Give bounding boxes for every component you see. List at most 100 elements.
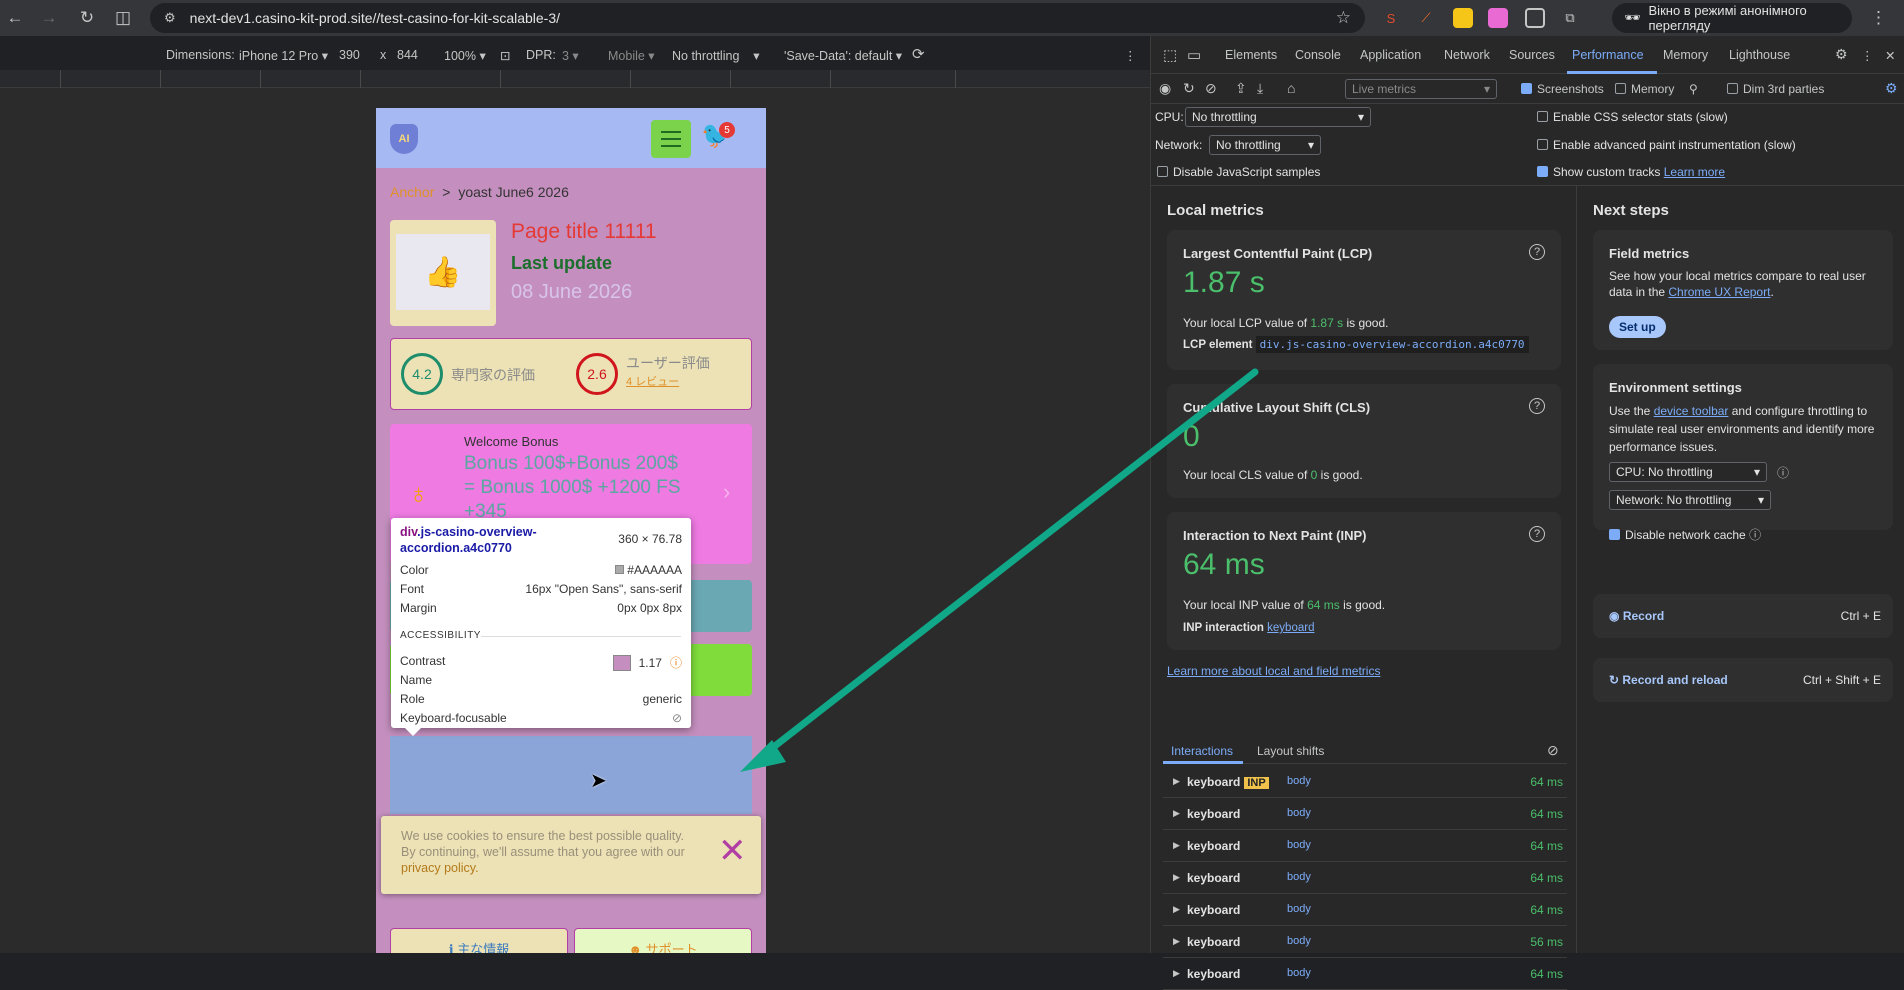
tab-lighthouse[interactable]: Lighthouse <box>1729 48 1790 62</box>
support-button[interactable]: ☻ サポート <box>574 928 752 953</box>
inspect-element-icon[interactable]: ⬚ <box>1163 46 1177 64</box>
device-toolbar-menu-icon[interactable]: ⋮ <box>1124 48 1137 63</box>
extension-icon[interactable]: ⟋ <box>1416 8 1436 28</box>
custom-tracks-checkbox[interactable]: Show custom tracks Learn more <box>1537 165 1725 179</box>
help-icon[interactable]: ? <box>1529 526 1545 542</box>
learn-local-field-link[interactable]: Learn more about local and field metrics <box>1167 664 1380 678</box>
extension-icon[interactable]: S <box>1381 8 1401 28</box>
incognito-indicator[interactable]: 🕶 Вікно в режимі анонімного перегляду <box>1612 3 1852 33</box>
tab-layout-shifts[interactable]: Layout shifts <box>1257 744 1324 758</box>
ratings-box: 4.2 専門家の評価 2.6 ユーザー評価 4 レビュー <box>390 338 752 410</box>
download-icon[interactable]: ⤓ <box>1257 80 1263 97</box>
clear-icon[interactable]: ⊘ <box>1205 80 1217 97</box>
reload-icon[interactable]: ↻ <box>72 3 102 33</box>
reload-record-icon[interactable]: ↻ <box>1183 80 1195 97</box>
close-devtools-icon[interactable]: ✕ <box>1885 48 1895 63</box>
upload-icon[interactable]: ⇪ <box>1235 80 1247 97</box>
tab-sources[interactable]: Sources <box>1509 48 1555 62</box>
site-info-icon[interactable]: ⚙ <box>164 10 176 26</box>
css-selector-stats-checkbox[interactable]: Enable CSS selector stats (slow) <box>1537 110 1728 124</box>
help-icon[interactable]: ? <box>1529 398 1545 414</box>
broom-icon[interactable]: ⚲ <box>1689 82 1698 96</box>
record-button[interactable]: ◉ Record <box>1609 609 1664 623</box>
devtools-menu-icon[interactable]: ⋮ <box>1861 48 1874 63</box>
screenshot-icon[interactable]: ⊡ <box>500 48 510 63</box>
page-title: Page title 11111 <box>511 220 657 243</box>
dim-3rd-checkbox[interactable]: Dim 3rd parties <box>1727 82 1824 96</box>
extensions-puzzle-icon[interactable]: ⧉ <box>1560 8 1580 28</box>
privacy-policy-link[interactable]: privacy policy. <box>401 861 479 875</box>
throttle-select[interactable]: No throttling ▾ <box>672 48 760 63</box>
home-icon[interactable]: ⌂ <box>1287 80 1295 96</box>
tab-performance[interactable]: Performance <box>1572 48 1644 62</box>
width-input[interactable]: 390 <box>339 48 360 62</box>
help-icon[interactable]: ? <box>1529 244 1545 260</box>
height-input[interactable]: 844 <box>397 48 418 62</box>
mode-select[interactable]: Mobile ▾ <box>608 48 655 63</box>
memory-checkbox[interactable]: Memory <box>1615 82 1674 96</box>
live-metrics-select[interactable]: Live metrics ▾ <box>1345 79 1497 99</box>
back-icon[interactable]: ← <box>0 3 30 33</box>
forward-icon[interactable]: → <box>34 3 64 33</box>
device-toolbar: Dimensions: iPhone 12 Pro ▾ 390 x 844 10… <box>0 36 1150 74</box>
interaction-row[interactable]: ▶ keyboard INP body 64 ms <box>1163 766 1567 798</box>
disable-network-cache-checkbox[interactable]: Disable network cache ⓘ <box>1609 526 1761 543</box>
settings-gear-icon[interactable]: ⚙ <box>1835 46 1848 63</box>
hamburger-menu-button[interactable] <box>651 120 691 158</box>
tab-console[interactable]: Console <box>1295 48 1341 62</box>
warning-icon: ⓘ <box>669 656 682 670</box>
tab-elements[interactable]: Elements <box>1225 48 1277 62</box>
chrome-ux-report-link[interactable]: Chrome UX Report <box>1668 285 1770 299</box>
casino-overview-accordion-highlight[interactable] <box>390 736 752 814</box>
breadcrumb-anchor-link[interactable]: Anchor <box>390 184 434 200</box>
learn-more-link[interactable]: Learn more <box>1664 165 1725 179</box>
split-view-icon[interactable]: ◫ <box>108 3 138 33</box>
network-throttle-select[interactable]: No throttling ▾ <box>1209 135 1321 155</box>
extension-icon[interactable] <box>1453 8 1473 28</box>
lcp-element-link[interactable]: div.js-casino-overview-accordion.a4c0770 <box>1255 336 1529 353</box>
interaction-row[interactable]: ▶ keyboard body 56 ms <box>1163 926 1567 958</box>
capture-settings-gear-icon[interactable]: ⚙ <box>1885 80 1898 97</box>
clear-log-icon[interactable]: ⊘ <box>1547 742 1559 759</box>
extension-icon[interactable] <box>1525 8 1545 28</box>
close-icon[interactable]: ✕ <box>718 834 747 868</box>
site-logo[interactable]: AI <box>390 124 418 154</box>
main-info-button[interactable]: ℹ 主な情報 <box>390 928 568 953</box>
extension-icon[interactable] <box>1488 8 1508 28</box>
advanced-paint-checkbox[interactable]: Enable advanced paint instrumentation (s… <box>1537 138 1796 152</box>
info-icon[interactable]: ⓘ <box>1777 464 1789 481</box>
interaction-row[interactable]: ▶ keyboard body 64 ms <box>1163 798 1567 830</box>
interaction-row[interactable]: ▶ keyboard body 64 ms <box>1163 958 1567 990</box>
record-icon[interactable]: ◉ <box>1159 80 1171 97</box>
env-cpu-select[interactable]: CPU: No throttling ▾ <box>1609 462 1767 482</box>
set-up-button[interactable]: Set up <box>1609 316 1666 338</box>
user-reviews-link[interactable]: 4 レビュー <box>626 373 679 389</box>
address-bar[interactable]: ⚙ next-dev1.casino-kit-prod.site//test-c… <box>150 3 1365 33</box>
inp-interaction-link[interactable]: keyboard <box>1267 622 1314 634</box>
network-label: Network: <box>1155 138 1203 152</box>
record-and-reload-button[interactable]: ↻ Record and reload <box>1609 673 1728 687</box>
interaction-row[interactable]: ▶ keyboard body 64 ms <box>1163 862 1567 894</box>
save-data-select[interactable]: 'Save-Data': default ▾ <box>784 48 902 63</box>
media-query-ruler[interactable] <box>0 70 1150 88</box>
device-select[interactable]: iPhone 12 Pro ▾ <box>239 48 328 63</box>
device-toolbar-link[interactable]: device toolbar <box>1654 404 1729 418</box>
interaction-row[interactable]: ▶ keyboard body 64 ms <box>1163 894 1567 926</box>
device-toggle-icon[interactable]: ▭ <box>1187 46 1201 64</box>
record-reload-card[interactable]: ↻ Record and reload Ctrl + Shift + E <box>1593 658 1893 702</box>
browser-menu-icon[interactable]: ⋮ <box>1870 8 1887 28</box>
tab-memory[interactable]: Memory <box>1663 48 1708 62</box>
tab-interactions[interactable]: Interactions <box>1171 744 1233 758</box>
tab-network[interactable]: Network <box>1444 48 1490 62</box>
record-card[interactable]: ◉ Record Ctrl + E <box>1593 594 1893 638</box>
screenshots-checkbox[interactable]: Screenshots <box>1521 82 1604 96</box>
env-network-select[interactable]: Network: No throttling ▾ <box>1609 490 1771 510</box>
bookmark-star-icon[interactable]: ☆ <box>1336 8 1351 28</box>
dpr-select[interactable]: 3 ▾ <box>562 48 579 63</box>
zoom-select[interactable]: 100% ▾ <box>444 48 486 63</box>
interaction-row[interactable]: ▶ keyboard body 64 ms <box>1163 830 1567 862</box>
disable-js-samples-checkbox[interactable]: Disable JavaScript samples <box>1157 165 1320 179</box>
rotate-icon[interactable]: ⟳ <box>912 45 925 63</box>
tab-application[interactable]: Application <box>1360 48 1421 62</box>
cpu-throttle-select[interactable]: No throttling ▾ <box>1185 107 1371 127</box>
